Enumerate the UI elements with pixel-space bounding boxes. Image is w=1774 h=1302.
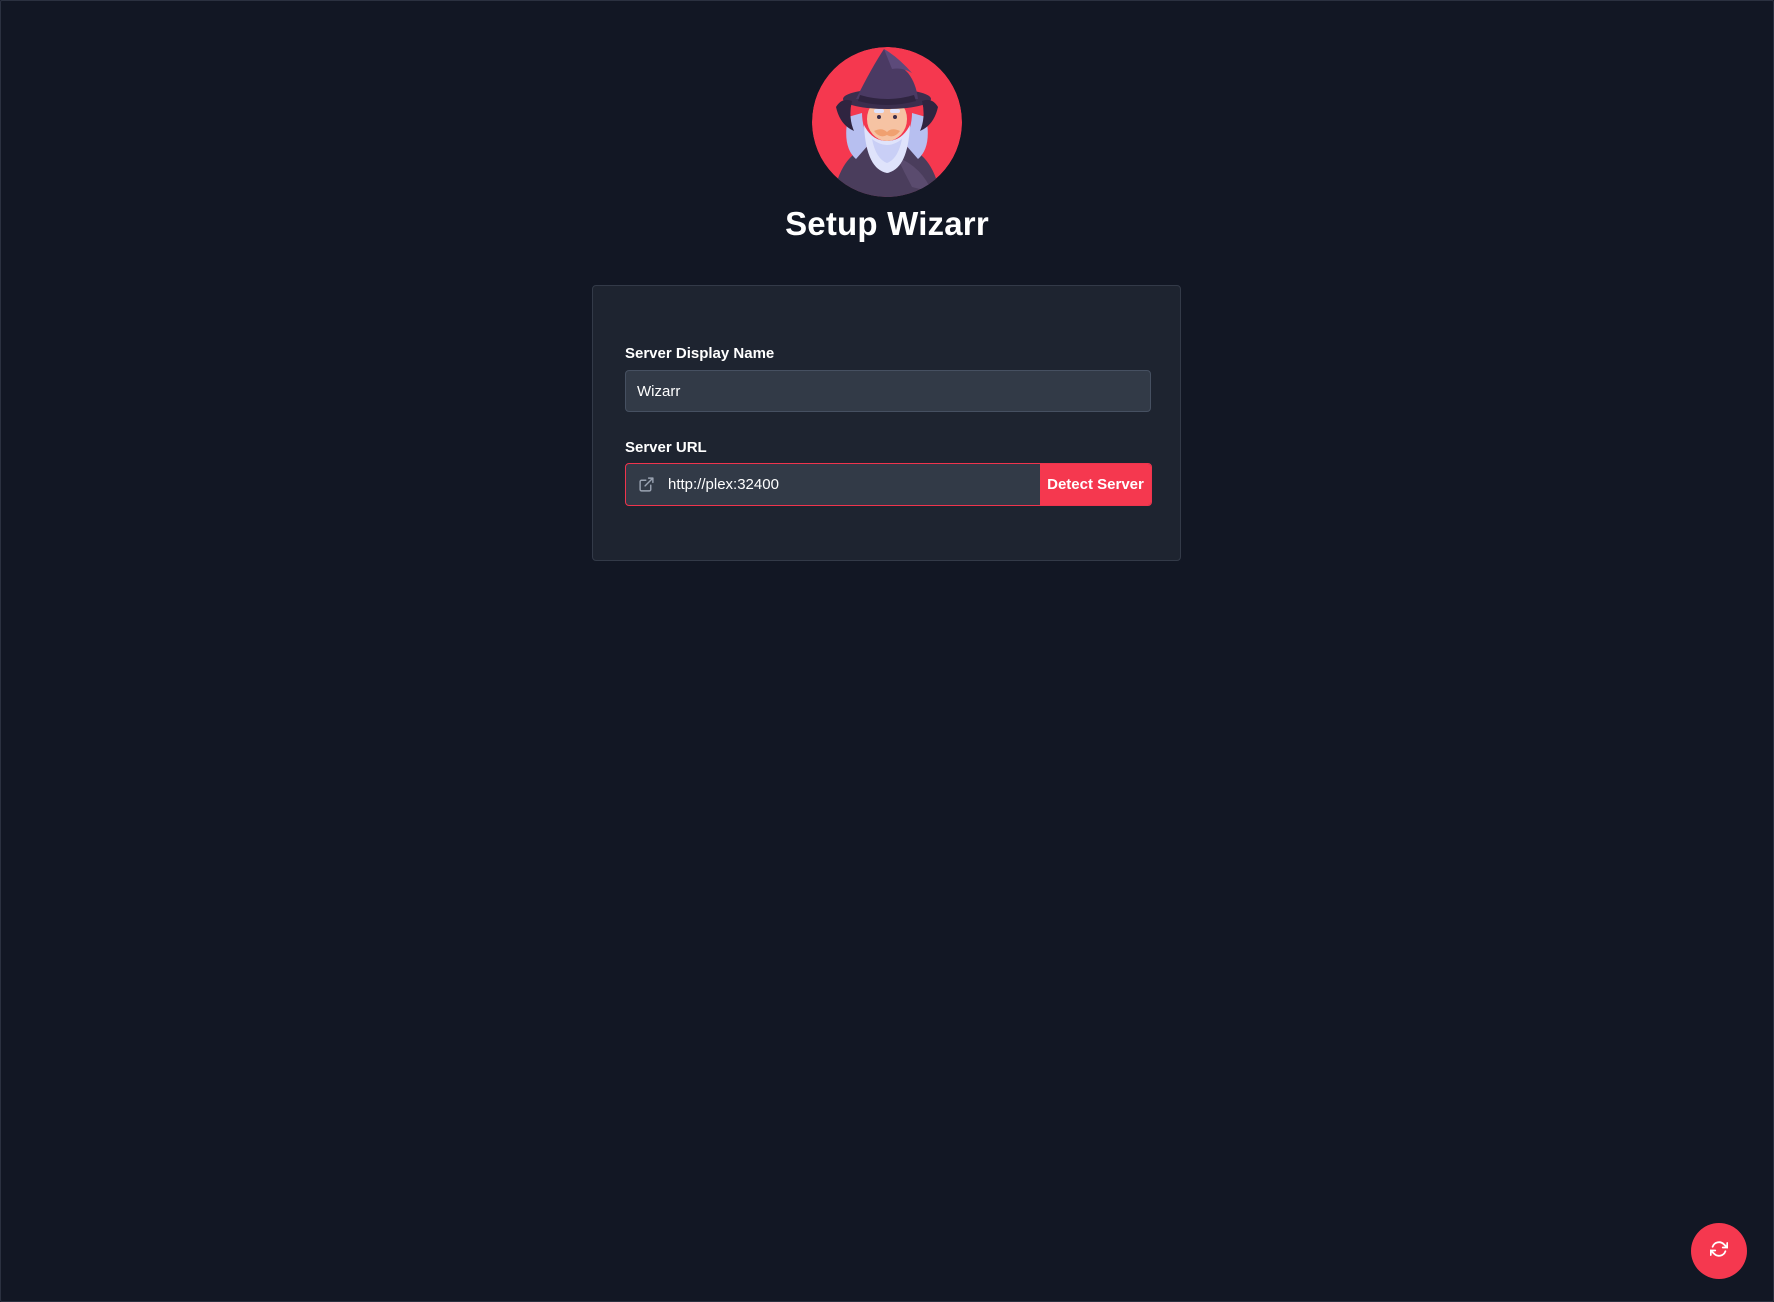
app-window: Setup Wizarr Server Display Name Server … (0, 0, 1774, 1302)
server-url-group: Detect Server (625, 463, 1152, 506)
refresh-button[interactable] (1691, 1223, 1747, 1279)
server-name-input[interactable] (625, 370, 1151, 412)
setup-card: Server Display Name Server URL Detect Se… (592, 285, 1181, 561)
external-link-icon (626, 464, 666, 505)
refresh-icon (1709, 1240, 1729, 1263)
server-url-label: Server URL (625, 439, 707, 456)
detect-server-button[interactable]: Detect Server (1040, 464, 1151, 505)
header: Setup Wizarr (1, 47, 1773, 243)
server-name-label: Server Display Name (625, 345, 775, 362)
server-url-input[interactable] (666, 464, 1040, 505)
page-title: Setup Wizarr (785, 205, 989, 242)
wizard-avatar-icon (812, 47, 962, 197)
